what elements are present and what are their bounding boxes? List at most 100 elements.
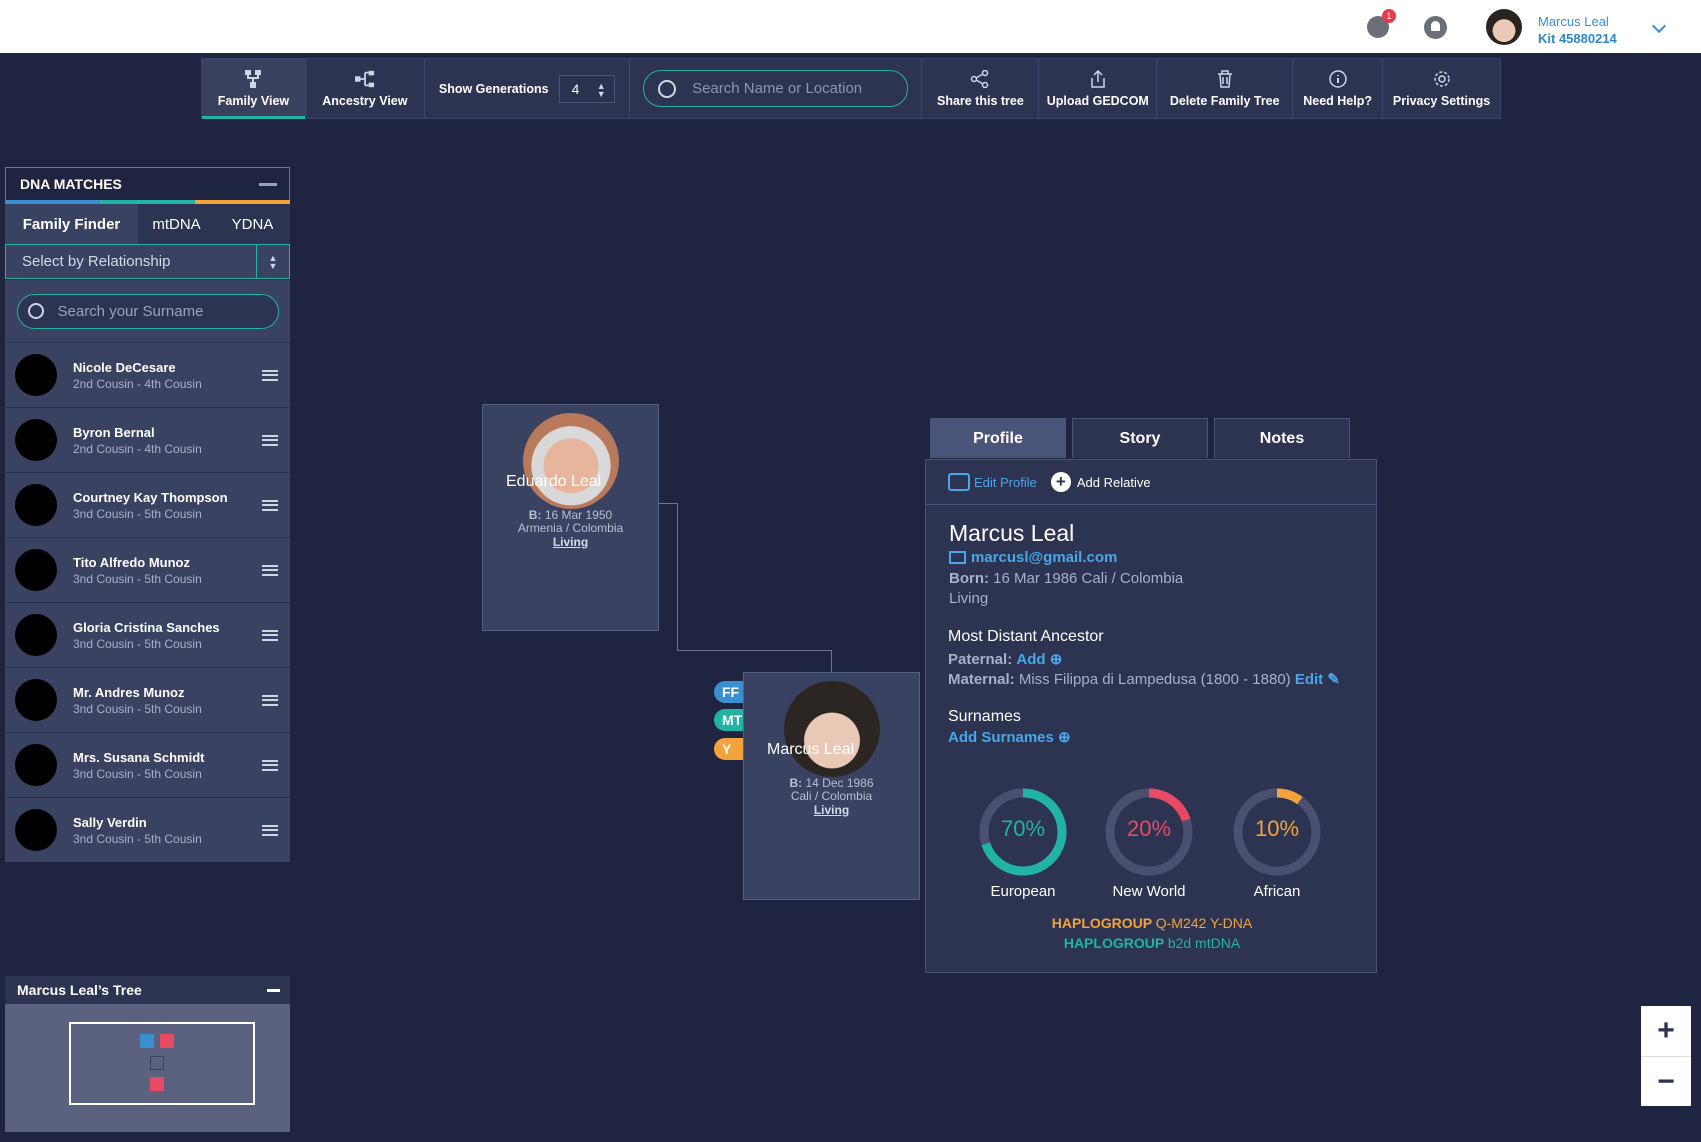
- match-avatar: [15, 549, 57, 591]
- plus-circle-icon: +: [1050, 472, 1071, 492]
- donut-label: African: [1253, 883, 1301, 900]
- person-status[interactable]: Living: [744, 803, 919, 817]
- match-name: Gloria Cristina Sanches: [73, 619, 220, 635]
- tree-connector: [657, 503, 678, 651]
- edit-icon[interactable]: ✎: [1327, 671, 1340, 688]
- person-photo: [522, 413, 619, 509]
- mt-badge[interactable]: MT: [714, 709, 744, 731]
- dna-tabs: Family Finder mtDNA YDNA: [5, 204, 290, 244]
- match-row[interactable]: Mrs. Susana Schmidt 3nd Cousin - 5th Cous…: [5, 732, 290, 797]
- user-avatar[interactable]: [1486, 9, 1522, 45]
- match-row[interactable]: Tito Alfredo Munoz 3nd Cousin - 5th Cousi…: [5, 537, 290, 602]
- minimap-node: [150, 1077, 164, 1091]
- edit-profile-link[interactable]: Edit Profile: [948, 473, 1037, 491]
- surname-search-input[interactable]: Search your Surname: [16, 293, 279, 329]
- profile-born: Born: 16 Mar 1986 Cali / Colombia: [949, 570, 1183, 587]
- haplogroup-label: HAPLOGROUP: [1051, 915, 1152, 931]
- search-icon: [658, 79, 677, 98]
- profile-email-link[interactable]: marcusl@gmail.com: [949, 549, 1117, 566]
- match-row[interactable]: Byron Bernal 2nd Cousin - 4th Cousin: [5, 407, 290, 472]
- generations-stepper[interactable]: 4 ▲ ▼: [558, 74, 615, 103]
- zoom-in-button[interactable]: +: [1641, 1006, 1691, 1056]
- donut-label: European: [990, 883, 1056, 900]
- help-button[interactable]: Need Help?: [1293, 59, 1384, 118]
- zoom-out-button[interactable]: −: [1641, 1057, 1691, 1107]
- plus-circle-icon[interactable]: ⊕: [1058, 729, 1071, 746]
- trash-icon: [1215, 69, 1235, 88]
- stepper-arrows-icon[interactable]: ▲ ▼: [597, 81, 606, 98]
- user-kit[interactable]: Kit 45880214: [1538, 31, 1617, 46]
- privacy-settings-label: Privacy Settings: [1392, 93, 1491, 108]
- drag-handle-icon[interactable]: [262, 630, 278, 641]
- match-row[interactable]: Nicole DeCesare 2nd Cousin - 4th Cousin: [5, 342, 290, 407]
- tree-search-input[interactable]: Search Name or Location: [643, 70, 909, 107]
- family-view-button[interactable]: Family View: [202, 59, 306, 119]
- tab-notes[interactable]: Notes: [1214, 418, 1350, 458]
- upload-gedcom-button[interactable]: Upload GEDCOM: [1039, 59, 1158, 118]
- tab-family-finder[interactable]: Family Finder: [5, 204, 138, 244]
- surname-search-wrap: Search your Surname: [5, 280, 290, 342]
- match-row[interactable]: Courtney Kay Thompson 3nd Cousin - 5th Co…: [5, 472, 290, 537]
- user-name[interactable]: Marcus Leal: [1538, 14, 1609, 29]
- born-label: B:: [528, 508, 542, 522]
- tab-ydna[interactable]: YDNA: [215, 204, 290, 244]
- upload-icon: [1088, 69, 1108, 88]
- ethnicity-donut: 10% African: [1232, 787, 1322, 900]
- drag-handle-icon[interactable]: [262, 435, 278, 446]
- minimize-icon[interactable]: [267, 989, 280, 992]
- share-tree-label: Share this tree: [936, 93, 1024, 108]
- drag-handle-icon[interactable]: [262, 760, 278, 771]
- tree-minimap[interactable]: [5, 1004, 290, 1132]
- dna-matches-title: DNA MATCHES: [20, 176, 122, 192]
- born-label: B:: [789, 776, 803, 790]
- match-avatar: [15, 809, 57, 851]
- person-name: Eduardo Leal: [506, 473, 602, 490]
- chevron-down-icon[interactable]: [1651, 18, 1667, 34]
- match-relation: 2nd Cousin - 4th Cousin: [73, 441, 202, 456]
- add-relative-button[interactable]: + Add Relative: [1050, 472, 1151, 492]
- plus-circle-icon[interactable]: ⊕: [1050, 651, 1063, 668]
- relationship-select[interactable]: Select by Relationship ▲ ▼: [5, 244, 290, 279]
- delete-tree-button[interactable]: Delete Family Tree: [1157, 59, 1294, 118]
- person-photo: [783, 681, 880, 777]
- born-label: Born:: [949, 570, 989, 587]
- drag-handle-icon[interactable]: [262, 695, 278, 706]
- maternal-label: Maternal:: [948, 671, 1015, 688]
- person-card-father[interactable]: Eduardo Leal B: 16 Mar 1950 Armenia / Co…: [482, 404, 659, 631]
- tab-profile[interactable]: Profile: [930, 418, 1066, 458]
- tab-mtdna[interactable]: mtDNA: [138, 204, 215, 244]
- drag-handle-icon[interactable]: [262, 825, 278, 836]
- haplogroup-mt: HAPLOGROUP b2d mtDNA: [926, 935, 1378, 951]
- minimize-icon[interactable]: [259, 183, 277, 186]
- profile-living: Living: [949, 590, 989, 607]
- match-relation: 3nd Cousin - 5th Cousin: [73, 636, 202, 651]
- drag-handle-icon[interactable]: [262, 370, 278, 381]
- match-avatar: [15, 679, 57, 721]
- person-status[interactable]: Living: [483, 535, 658, 549]
- add-surnames-link[interactable]: Add Surnames: [948, 729, 1054, 746]
- tab-story[interactable]: Story: [1072, 418, 1208, 458]
- minimap-viewport[interactable]: [69, 1022, 255, 1105]
- match-name: Tito Alfredo Munoz: [73, 554, 190, 570]
- match-row[interactable]: Gloria Cristina Sanches 3nd Cousin - 5th …: [5, 602, 290, 667]
- privacy-settings-button[interactable]: Privacy Settings: [1383, 59, 1500, 118]
- ancestry-view-button[interactable]: Ancestry View: [306, 59, 425, 118]
- search-icon: [27, 303, 44, 319]
- ff-badge[interactable]: FF: [714, 681, 744, 703]
- bell-icon[interactable]: [1424, 16, 1447, 39]
- zoom-controls: + −: [1641, 1006, 1691, 1106]
- paternal-add-link[interactable]: Add: [1016, 651, 1045, 668]
- ancestry-view-label: Ancestry View: [322, 93, 408, 108]
- drag-handle-icon[interactable]: [262, 500, 278, 511]
- maternal-edit-link[interactable]: Edit: [1295, 671, 1323, 688]
- match-row[interactable]: Sally Verdin 3nd Cousin - 5th Cousin: [5, 797, 290, 862]
- match-name: Sally Verdin: [73, 814, 147, 830]
- person-name: Marcus Leal: [767, 741, 855, 758]
- match-relation: 3nd Cousin - 5th Cousin: [73, 701, 202, 716]
- select-arrows-icon[interactable]: ▲ ▼: [256, 245, 289, 278]
- person-card-self[interactable]: Marcus Leal B: 14 Dec 1986 Cali / Colomb…: [743, 672, 920, 900]
- share-tree-button[interactable]: Share this tree: [922, 59, 1040, 118]
- match-row[interactable]: Mr. Andres Munoz 3nd Cousin - 5th Cousin: [5, 667, 290, 732]
- drag-handle-icon[interactable]: [262, 565, 278, 576]
- y-badge[interactable]: Y: [714, 738, 744, 760]
